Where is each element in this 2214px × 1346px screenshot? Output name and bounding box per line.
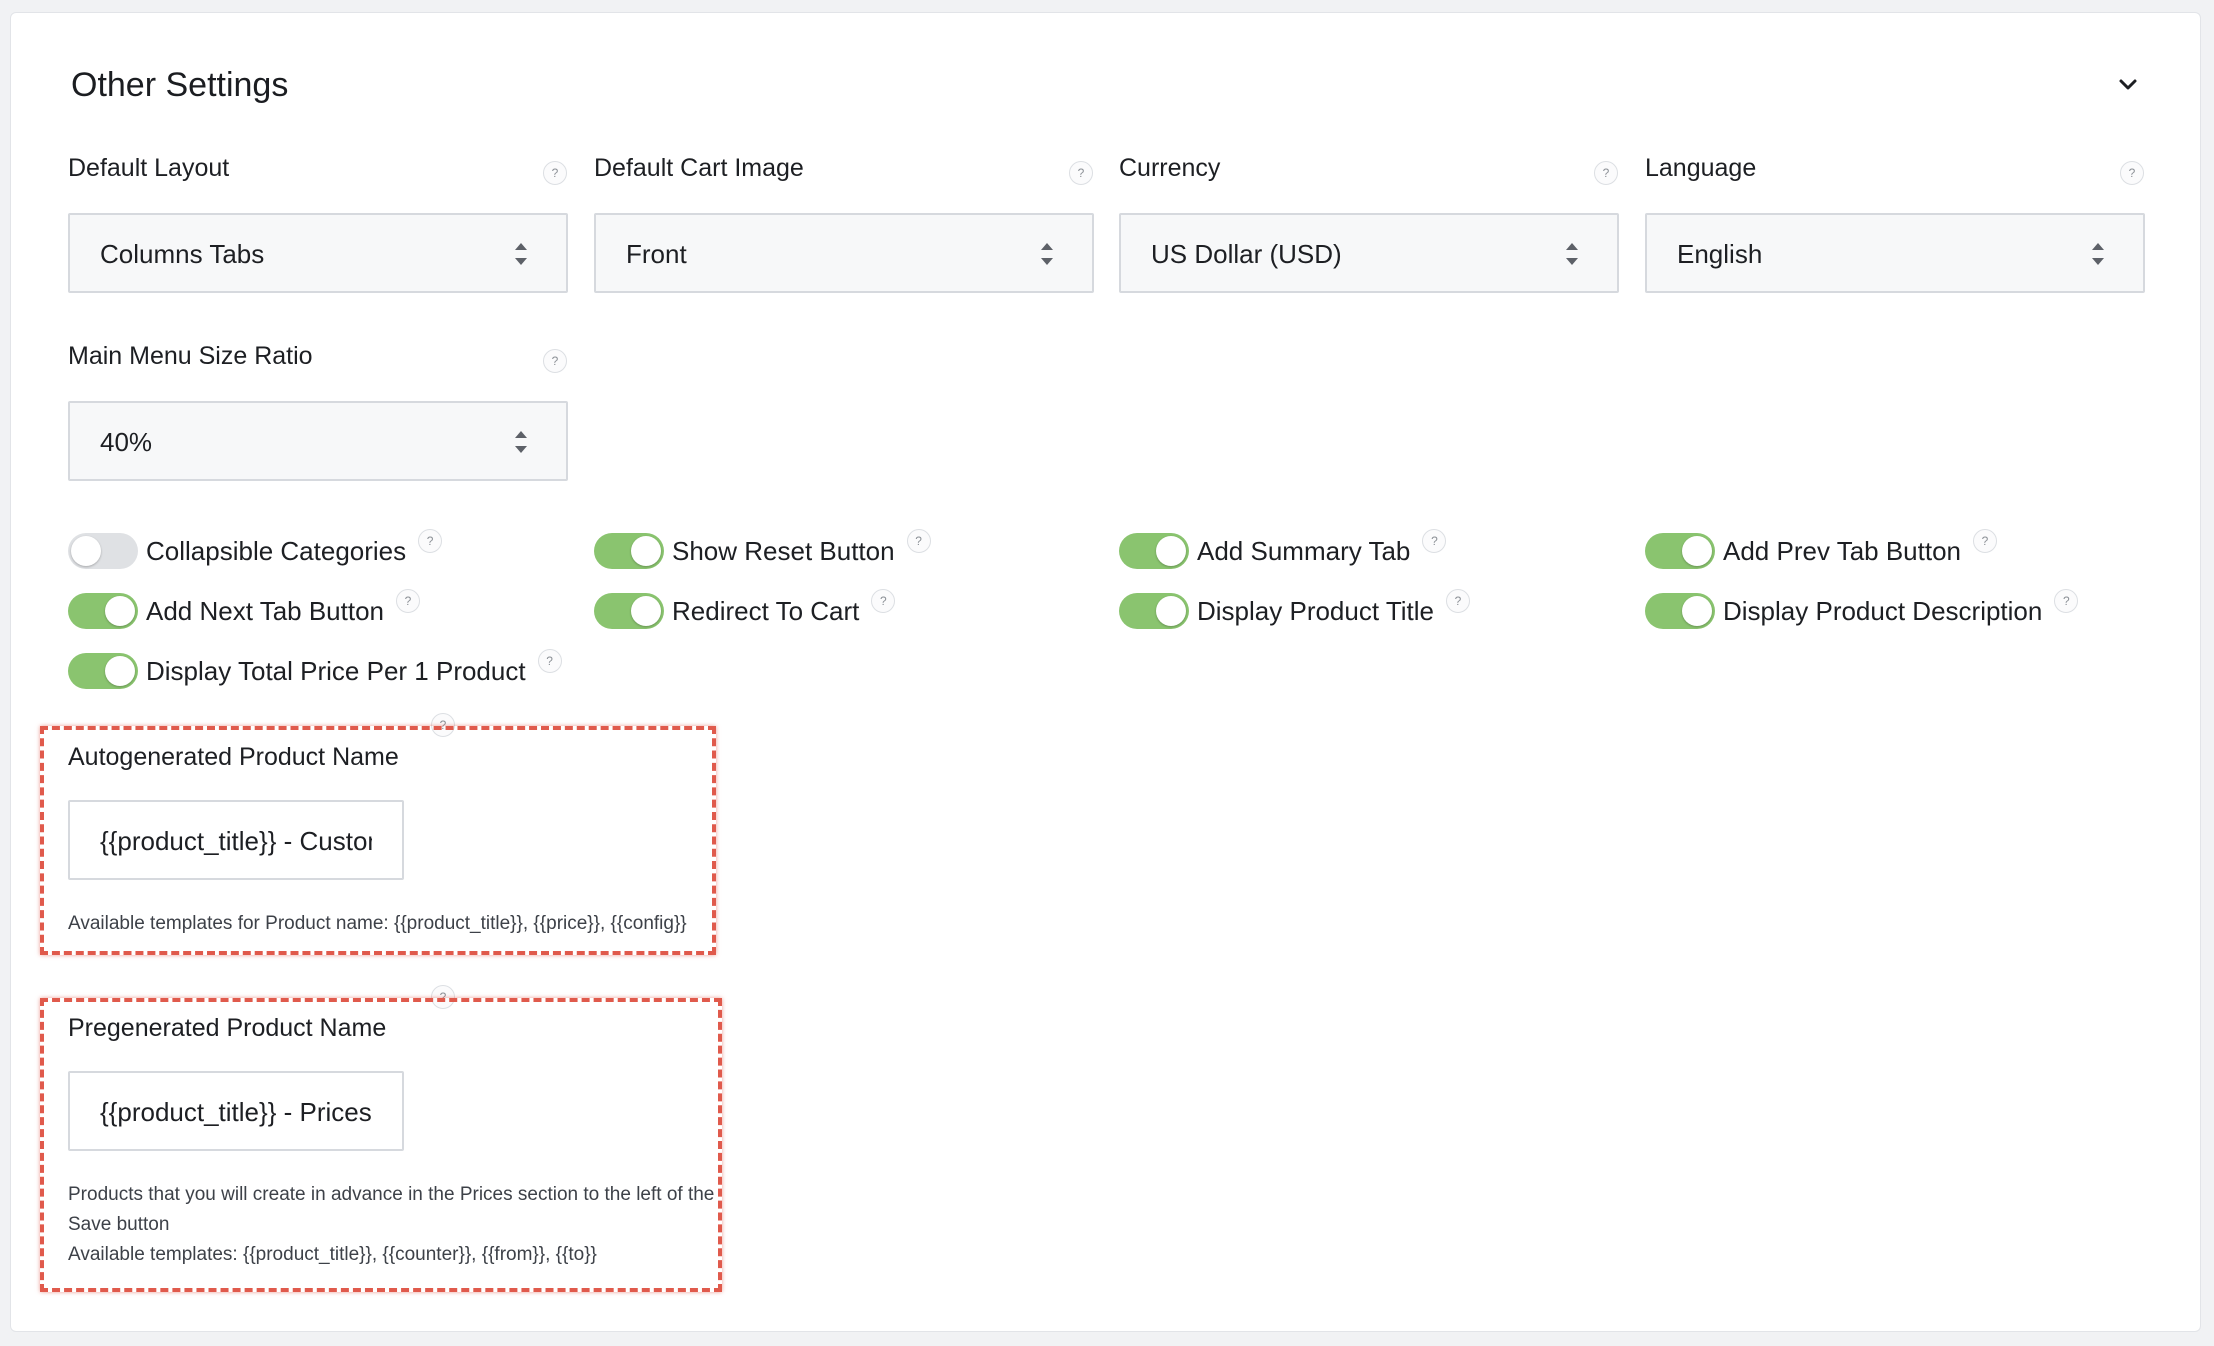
- autogenerated-hint: Available templates for Product name: {{…: [68, 913, 687, 934]
- show-reset-button-switch[interactable]: [594, 533, 664, 569]
- help-icon[interactable]: ?: [1445, 589, 1470, 613]
- updown-arrows-icon: [1566, 243, 1578, 265]
- updown-arrows-icon: [1041, 243, 1053, 265]
- add-prev-tab-button-switch[interactable]: [1645, 533, 1715, 569]
- add-prev-tab-button-label: Add Prev Tab Button: [1723, 536, 1962, 566]
- help-icon[interactable]: ?: [543, 349, 567, 373]
- autogenerated-product-name-label: Autogenerated Product Name: [68, 743, 399, 771]
- help-icon[interactable]: ?: [1069, 161, 1093, 185]
- default-layout-label: Default Layout: [68, 154, 230, 182]
- pregenerated-hint-line-2: Save button: [68, 1214, 170, 1235]
- switch-knob: [105, 656, 135, 686]
- display-product-title-switch[interactable]: [1119, 593, 1189, 629]
- main-menu-size-ratio-select[interactable]: 40%: [68, 401, 568, 481]
- add-summary-tab-label: Add Summary Tab: [1197, 536, 1411, 566]
- switch-knob: [1682, 596, 1712, 626]
- help-icon[interactable]: ?: [906, 529, 931, 553]
- language-value: English: [1677, 239, 1763, 269]
- language-select[interactable]: English: [1645, 213, 2145, 293]
- default-cart-image-select[interactable]: Front: [594, 213, 1094, 293]
- updown-arrows-icon: [2092, 243, 2104, 265]
- display-total-price-label: Display Total Price Per 1 Product: [146, 656, 526, 686]
- default-layout-value: Columns Tabs: [100, 239, 265, 269]
- currency-select[interactable]: US Dollar (USD): [1119, 213, 1619, 293]
- display-product-description-label: Display Product Description: [1723, 596, 2043, 626]
- other-settings-panel: Other Settings Default Layout ? Columns …: [10, 12, 2201, 1332]
- main-menu-size-ratio-label: Main Menu Size Ratio: [68, 342, 313, 370]
- switch-knob: [631, 596, 661, 626]
- switch-knob: [71, 536, 101, 566]
- default-layout-select[interactable]: Columns Tabs: [68, 213, 568, 293]
- toggle-row-display-total-price: Display Total Price Per 1 Product ?: [68, 649, 562, 691]
- pregenerated-hint-line-3: Available templates: {{product_title}}, …: [68, 1244, 597, 1265]
- default-cart-image-label: Default Cart Image: [594, 154, 804, 182]
- help-icon[interactable]: ?: [2054, 589, 2079, 613]
- main-menu-size-ratio-value: 40%: [100, 427, 153, 457]
- switch-knob: [631, 536, 661, 566]
- help-icon[interactable]: ?: [1594, 161, 1618, 185]
- pregenerated-product-name-input[interactable]: {{product_title}} - Prices f: [68, 1071, 404, 1151]
- help-icon[interactable]: ?: [418, 529, 443, 553]
- help-icon[interactable]: ?: [537, 649, 562, 673]
- switch-knob: [1156, 536, 1186, 566]
- updown-arrows-icon: [515, 243, 527, 265]
- add-next-tab-button-label: Add Next Tab Button: [146, 596, 385, 626]
- redirect-to-cart-label: Redirect To Cart: [672, 596, 860, 626]
- help-icon[interactable]: ?: [871, 589, 896, 613]
- section-title: Other Settings: [71, 66, 289, 104]
- display-total-price-switch[interactable]: [68, 653, 138, 689]
- collapsible-categories-label: Collapsible Categories: [146, 536, 407, 566]
- display-product-description-switch[interactable]: [1645, 593, 1715, 629]
- autogenerated-product-name-input[interactable]: {{product_title}} - Custon: [68, 800, 404, 880]
- show-reset-button-label: Show Reset Button: [672, 536, 895, 566]
- pregenerated-hint-line-1: Products that you will create in advance…: [68, 1184, 715, 1205]
- toggle-row-add-next-tab-button: Add Next Tab Button ?: [68, 589, 421, 631]
- toggle-row-add-summary-tab: Add Summary Tab ?: [1119, 529, 1447, 571]
- autogenerated-product-name-value: {{product_title}} - Custon: [100, 826, 372, 856]
- default-cart-image-value: Front: [626, 239, 687, 269]
- updown-arrows-icon: [515, 431, 527, 453]
- collapsible-categories-switch[interactable]: [68, 533, 138, 569]
- toggle-row-add-prev-tab-button: Add Prev Tab Button ?: [1645, 529, 1998, 571]
- toggle-row-display-product-description: Display Product Description ?: [1645, 589, 2079, 631]
- add-next-tab-button-switch[interactable]: [68, 593, 138, 629]
- pregenerated-product-name-label: Pregenerated Product Name: [68, 1014, 387, 1042]
- switch-knob: [105, 596, 135, 626]
- display-product-title-label: Display Product Title: [1197, 596, 1434, 626]
- pregenerated-product-name-value: {{product_title}} - Prices f: [100, 1097, 372, 1127]
- toggle-row-show-reset-button: Show Reset Button ?: [594, 529, 931, 571]
- currency-value: US Dollar (USD): [1151, 239, 1342, 269]
- switch-knob: [1156, 596, 1186, 626]
- help-icon[interactable]: ?: [2120, 161, 2144, 185]
- toggle-row-collapsible-categories: Collapsible Categories ?: [68, 529, 443, 571]
- switch-knob: [1682, 536, 1712, 566]
- redirect-to-cart-switch[interactable]: [594, 593, 664, 629]
- currency-label: Currency: [1119, 154, 1221, 182]
- language-label: Language: [1645, 154, 1757, 182]
- help-icon[interactable]: ?: [543, 161, 567, 185]
- toggle-row-display-product-title: Display Product Title ?: [1119, 589, 1470, 631]
- toggle-row-redirect-to-cart: Redirect To Cart ?: [594, 589, 896, 631]
- help-icon[interactable]: ?: [1973, 529, 1998, 553]
- help-icon[interactable]: ?: [396, 589, 421, 613]
- add-summary-tab-switch[interactable]: [1119, 533, 1189, 569]
- help-icon[interactable]: ?: [1422, 529, 1447, 553]
- chevron-down-icon[interactable]: [2114, 71, 2142, 99]
